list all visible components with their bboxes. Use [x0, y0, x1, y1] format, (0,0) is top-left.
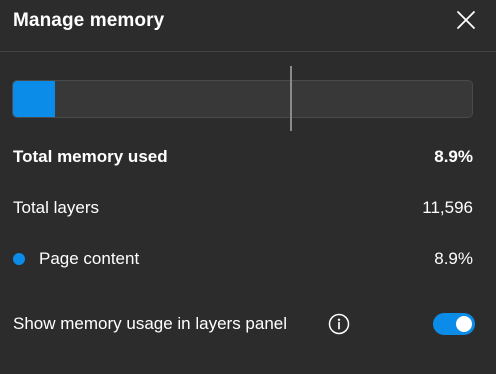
dialog-title: Manage memory: [13, 10, 165, 31]
page-content-label: Page content: [39, 249, 140, 268]
page-content-row: Page content 8.9%: [13, 247, 473, 271]
show-usage-label: Show memory usage in layers panel: [13, 314, 288, 333]
total-memory-value: 8.9%: [434, 147, 473, 166]
show-usage-row: Show memory usage in layers panel: [13, 312, 473, 336]
memory-usage-bar-fill: [13, 81, 55, 117]
total-layers-label: Total layers: [13, 198, 99, 217]
show-usage-toggle[interactable]: [433, 313, 475, 335]
total-layers-value: 11,596: [422, 198, 473, 217]
memory-usage-bar: [12, 80, 473, 118]
total-layers-row: Total layers 11,596: [13, 196, 473, 220]
close-icon: [457, 11, 475, 29]
page-content-value: 8.9%: [434, 249, 473, 268]
total-memory-label: Total memory used: [13, 147, 168, 166]
close-button[interactable]: [454, 8, 478, 32]
dialog-header: Manage memory: [0, 0, 496, 52]
toggle-knob: [456, 316, 472, 332]
info-icon[interactable]: [328, 313, 350, 335]
page-content-legend-dot: [13, 253, 25, 265]
memory-limit-marker: [290, 66, 292, 131]
total-memory-row: Total memory used 8.9%: [13, 145, 473, 169]
